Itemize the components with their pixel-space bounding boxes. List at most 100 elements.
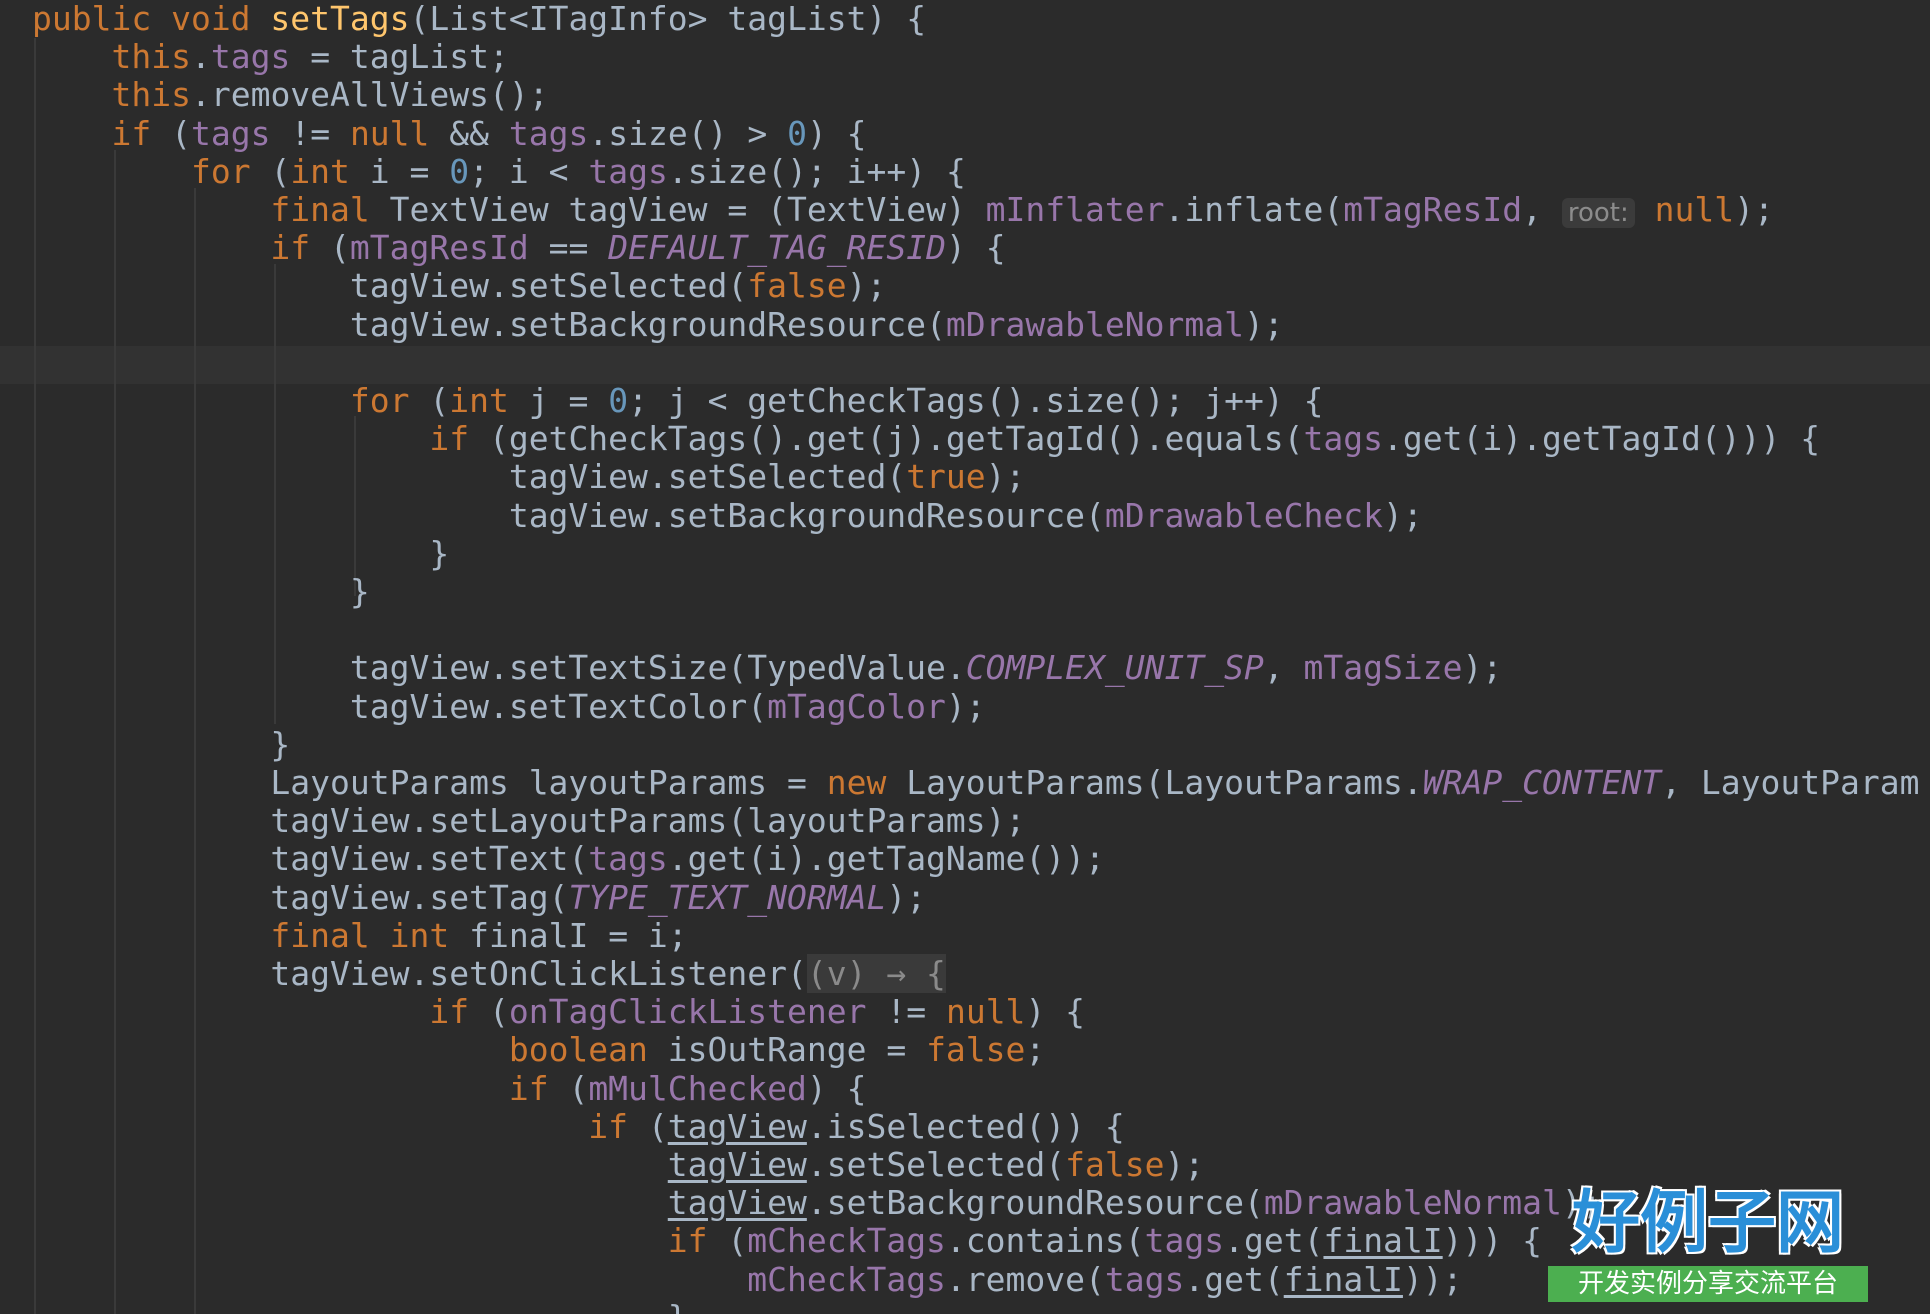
parameter-hint: root: <box>1561 198 1635 228</box>
code-token: )); <box>1402 1260 1463 1299</box>
code-line[interactable]: } <box>32 573 370 611</box>
code-token: setTags <box>270 0 410 38</box>
code-line[interactable]: tagView.setTextSize(TypedValue.COMPLEX_U… <box>32 649 1502 687</box>
code-token: .remove( <box>945 1260 1105 1299</box>
code-line[interactable]: } <box>32 1299 688 1314</box>
code-token: mTagResId <box>349 228 529 267</box>
code-token: ( <box>270 152 291 191</box>
code-token: if <box>270 228 331 267</box>
code-line[interactable]: tagView.setText(tags.get(i).getTagName()… <box>32 839 1105 878</box>
code-token: .get(i).getTagName()); <box>667 839 1105 878</box>
code-line[interactable]: } <box>32 535 449 573</box>
code-token: ); <box>1243 305 1284 344</box>
code-token: .setBackgroundResource( <box>806 1183 1264 1222</box>
code-token: isOutRange = <box>667 1030 927 1069</box>
code-line[interactable]: for (int j = 0; j < getCheckTags().size(… <box>32 381 1324 420</box>
code-token: tagView.setSelected( <box>32 457 907 496</box>
code-token: if <box>667 1221 728 1260</box>
code-token: tagView <box>667 1107 807 1146</box>
code-line[interactable]: if (getCheckTags().get(j).getTagId().equ… <box>32 420 1820 458</box>
code-token: true <box>906 457 986 496</box>
code-line[interactable]: if (mTagResId == DEFAULT_TAG_RESID) { <box>32 228 1006 267</box>
code-line[interactable]: tagView.setBackgroundResource(mDrawableC… <box>32 497 1423 535</box>
code-token: ); <box>945 687 986 726</box>
code-line[interactable]: if (onTagClickListener != null) { <box>32 993 1085 1031</box>
code-token: mMulChecked <box>588 1069 807 1108</box>
code-line[interactable]: tagView.setBackgroundResource(mDrawableN… <box>32 1184 1602 1222</box>
code-token: == <box>528 228 609 267</box>
code-token: ); <box>1462 648 1503 687</box>
code-token: tags <box>588 839 668 878</box>
code-line[interactable]: if (tags != null && tags.size() > 0) { <box>32 114 866 153</box>
code-token: ))) { <box>1442 1221 1543 1260</box>
code-line[interactable]: tagView.setSelected(false); <box>32 1146 1204 1184</box>
code-token: TextView tagView = (TextView) <box>389 190 986 229</box>
code-token: && <box>449 114 509 153</box>
code-line[interactable]: for (int i = 0; i < tags.size(); i++) { <box>32 153 966 191</box>
code-token: int <box>449 381 529 420</box>
code-token: ); <box>1734 190 1774 229</box>
code-line[interactable]: tagView.setOnClickListener((v) → { <box>32 954 946 993</box>
code-line[interactable]: if (mCheckTags.contains(tags.get(finalI)… <box>32 1222 1542 1260</box>
code-token: for <box>190 152 271 191</box>
code-line[interactable]: tagView.setTag(TYPE_TEXT_NORMAL); <box>32 879 926 917</box>
code-token: tags <box>1303 419 1384 458</box>
watermark-title: 好例子网 <box>1571 1183 1844 1263</box>
code-token: tagView.setTag( <box>32 878 569 917</box>
code-content[interactable]: public void setTags(List<ITagInfo> tagLi… <box>0 0 1930 1314</box>
code-token: 0 <box>608 381 629 420</box>
code-editor[interactable]: public void setTags(List<ITagInfo> tagLi… <box>0 0 1930 1314</box>
code-token: ( <box>429 381 450 420</box>
code-token: tags <box>588 152 668 191</box>
code-token: COMPLEX_UNIT_SP <box>965 648 1264 687</box>
code-line[interactable]: public void setTags(List<ITagInfo> tagLi… <box>32 0 926 38</box>
code-token: ( <box>330 228 350 267</box>
code-token: .get( <box>1224 1221 1324 1260</box>
code-token: boolean <box>508 1030 668 1069</box>
code-line[interactable]: final TextView tagView = (TextView) mInf… <box>32 190 1774 229</box>
code-token: WRAP_CONTENT <box>1422 763 1662 802</box>
code-token: ) { <box>945 228 1006 267</box>
code-token: ) { <box>806 1069 867 1108</box>
code-token: if <box>588 1107 648 1146</box>
code-line[interactable]: final int finalI = i; <box>32 916 687 955</box>
code-line[interactable]: } <box>32 726 290 764</box>
code-token: final <box>270 916 390 955</box>
code-line[interactable]: tagView.setSelected(false); <box>32 267 886 305</box>
code-line[interactable]: if (tagView.isSelected()) { <box>32 1107 1125 1146</box>
code-line[interactable]: tagView.setTextColor(mTagColor); <box>32 688 986 726</box>
code-line[interactable]: LayoutParams layoutParams = new LayoutPa… <box>32 764 1919 802</box>
code-token: tagView <box>667 1183 807 1222</box>
code-token: if <box>111 114 172 153</box>
code-token: = tagList; <box>290 37 509 76</box>
code-token: ; i < <box>469 152 589 191</box>
code-token: .isSelected()) { <box>806 1107 1125 1146</box>
code-token: tagView.setTextSize(TypedValue. <box>32 648 966 687</box>
code-token: int <box>290 152 370 191</box>
code-line[interactable]: mCheckTags.remove(tags.get(finalI)); <box>32 1260 1463 1299</box>
code-line[interactable]: tagView.setLayoutParams(layoutParams); <box>32 802 1025 840</box>
code-line[interactable]: tagView.setBackgroundResource(mDrawableN… <box>32 306 1284 344</box>
code-token: mDrawableCheck <box>1104 496 1384 535</box>
code-token: tags <box>508 114 589 153</box>
code-token: ( <box>568 1069 589 1108</box>
code-line[interactable]: tagView.setSelected(true); <box>32 457 1026 496</box>
code-line[interactable]: this.removeAllViews(); <box>32 76 548 114</box>
code-line[interactable]: this.tags = tagList; <box>32 37 509 76</box>
code-token: mDrawableNormal <box>945 305 1244 344</box>
code-token: } <box>32 534 450 573</box>
code-line[interactable]: boolean isOutRange = false; <box>32 1031 1045 1069</box>
code-token: tagView.setText( <box>32 839 589 878</box>
code-token: , <box>1263 648 1304 687</box>
code-line[interactable]: if (mMulChecked) { <box>32 1069 867 1108</box>
code-token: finalI <box>1323 1221 1443 1260</box>
code-token: ); <box>1383 496 1423 535</box>
code-token: ; <box>1025 1030 1046 1069</box>
